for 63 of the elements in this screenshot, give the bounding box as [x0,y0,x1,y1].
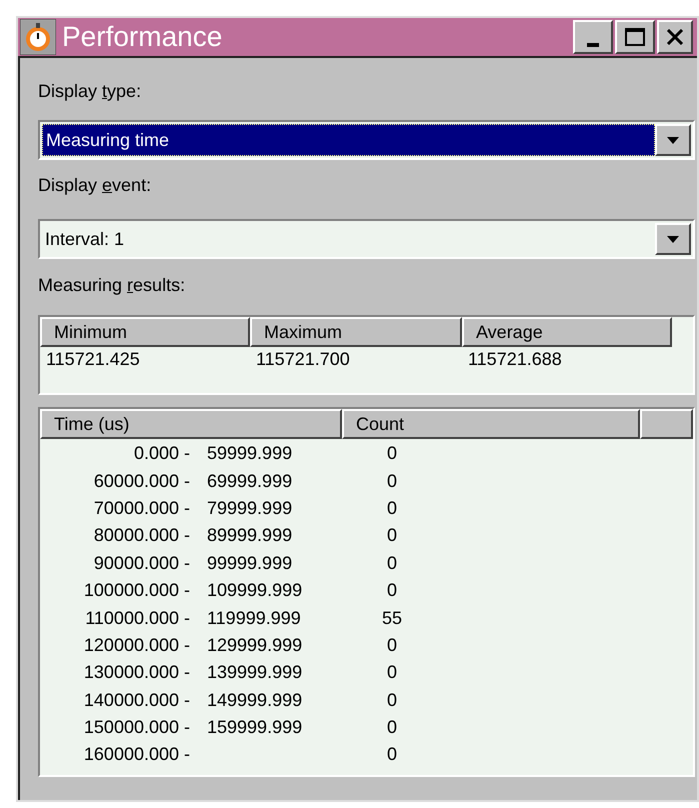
column-header[interactable]: Time (us) [40,409,342,439]
table-cell-text: 60000.000 - [92,470,190,493]
close-button[interactable] [657,20,693,54]
table-cell-text: 160000.000 - [82,743,190,766]
table-cell-text: 115721.688 [467,348,563,371]
table-cell-text: 0 [386,661,398,684]
table-cell-text: 110000.000 - [84,606,190,630]
table-cell-text: 70000.000 - [92,496,190,520]
maximize-button[interactable] [615,20,655,54]
column-header[interactable]: Minimum [40,317,250,347]
table-cell-text: 0 [386,496,398,520]
dropdown-value: Measuring time [42,124,655,156]
table-cell-text: 0 [386,688,398,712]
table-cell-text: 149999.999 [207,688,304,712]
table-cell-text: 59999.999 [207,442,294,466]
table-cell-text: 55 [380,606,404,630]
table-cell-text: 69999.999 [207,470,294,493]
column-header[interactable]: Maximum [250,317,462,347]
table-cell-text: 109999.999 [207,579,304,602]
table-cell-text: 119999.999 [207,606,302,630]
table-cell-text: 0 [386,552,398,575]
minimize-icon [587,43,599,47]
table-cell-text: 0 [386,524,398,548]
dropdown[interactable]: Interval: 1 [38,219,695,259]
dropdown[interactable]: Measuring time [38,120,695,160]
table-cell-text: 79999.999 [207,496,294,520]
table-cell-text: 90000.000 - [92,552,190,575]
table-cell-text: 100000.000 - [82,579,190,602]
stopwatch-icon [20,19,56,55]
table-cell-text: 159999.999 [207,716,304,740]
dropdown-arrow-button[interactable] [655,223,691,255]
table-cell-text: 0 [386,470,398,493]
field-label: Display event: [38,175,152,195]
dropdown-arrow-button[interactable] [655,124,691,156]
table-cell-text: 120000.000 - [82,634,190,657]
close-icon [666,29,684,45]
table-cell-text: 0 [386,743,398,766]
window-title: Performance [62,20,224,54]
maximize-icon [625,28,645,46]
table-cell-text: 130000.000 - [82,661,190,684]
minimize-button[interactable] [573,20,613,54]
table-cell-text: 0.000 - [132,442,190,466]
table-cell-text: 0 [386,579,398,602]
table-cell-text: 99999.999 [207,552,294,575]
table-cell-text: 115721.700 [255,348,351,371]
caret-icon [667,236,679,242]
table-cell-text: 115721.425 [45,348,141,371]
table-cell-text: 150000.000 - [82,716,190,740]
table-cell-text: 0 [386,442,398,466]
table-cell-text: 140000.000 - [82,688,190,712]
table-cell-text: 80000.000 - [92,524,190,548]
table-cell-text: 89999.999 [207,524,294,548]
dropdown-value: Interval: 1 [44,228,126,250]
table-cell-text: 129999.999 [207,634,304,657]
table-cell-text: 0 [386,634,398,657]
field-label: Display type: [38,82,142,100]
table-cell-text: 139999.999 [207,661,304,684]
column-header[interactable] [640,409,693,439]
caret-icon [667,136,679,144]
table-cell-text: 0 [386,716,398,740]
field-label: Measuring results: [38,275,186,295]
column-header[interactable]: Average [462,317,672,347]
column-header[interactable]: Count [342,409,640,439]
